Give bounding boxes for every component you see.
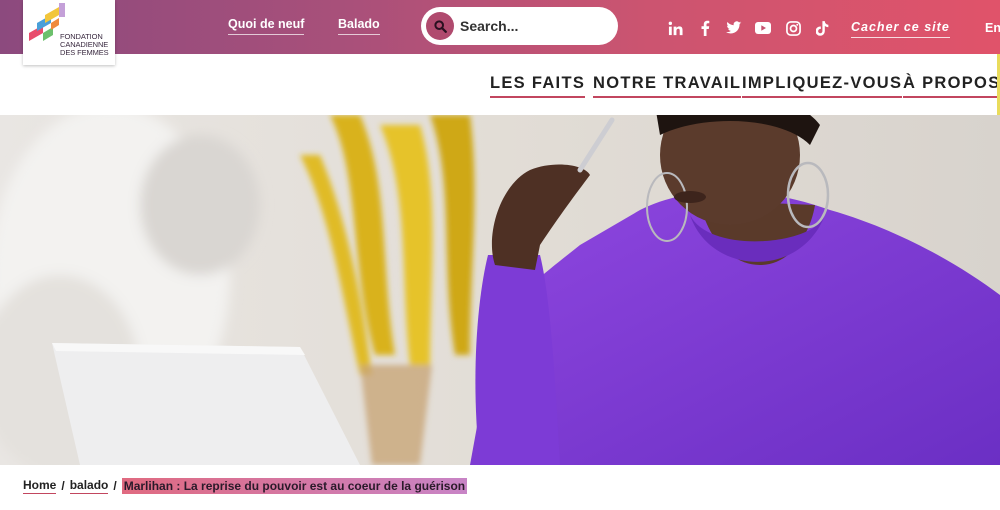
nav-item-notre-travail[interactable]: NOTRE TRAVAIL (593, 74, 742, 98)
breadcrumb: Home / balado / Marlihan : La reprise du… (23, 478, 468, 494)
twitter-icon[interactable] (726, 20, 742, 36)
nav-item-a-propos[interactable]: À PROPOS (903, 74, 1000, 98)
breadcrumb-home-link[interactable]: Home (23, 478, 57, 494)
quoi-de-neuf-link[interactable]: Quoi de neuf (228, 17, 305, 35)
nav-item-les-faits[interactable]: LES FAITS (490, 74, 586, 98)
search-icon (433, 19, 447, 33)
main-nav: LES FAITS NOTRE TRAVAIL IMPLIQUEZ-VOUS À… (0, 54, 1000, 115)
hero-illustration (0, 115, 1000, 465)
logo-text: FONDATION CANADIENNE DES FEMMES (60, 32, 109, 57)
tiktok-icon[interactable] (814, 20, 830, 36)
youtube-icon[interactable] (755, 20, 771, 36)
top-bar: FONDATION CANADIENNE DES FEMMES Quoi de … (0, 0, 1000, 65)
search-input[interactable] (460, 18, 600, 34)
search-button[interactable] (426, 12, 454, 40)
language-link[interactable]: Eng (985, 21, 1000, 35)
breadcrumb-separator: / (113, 479, 117, 493)
linkedin-icon[interactable] (667, 20, 683, 36)
breadcrumb-current: Marlihan : La reprise du pouvoir est au … (121, 478, 468, 494)
logo[interactable]: FONDATION CANADIENNE DES FEMMES (23, 0, 115, 65)
breadcrumb-separator: / (61, 479, 65, 493)
nav-item-impliquez-vous[interactable]: IMPLIQUEZ-VOUS (742, 74, 903, 98)
facebook-icon[interactable] (697, 20, 713, 36)
balado-link[interactable]: Balado (338, 17, 380, 35)
breadcrumb-balado-link[interactable]: balado (69, 478, 109, 494)
hero-image (0, 115, 1000, 465)
instagram-icon[interactable] (785, 20, 801, 36)
hide-site-link[interactable]: Cacher ce site (851, 20, 950, 38)
search-bar (421, 7, 618, 45)
